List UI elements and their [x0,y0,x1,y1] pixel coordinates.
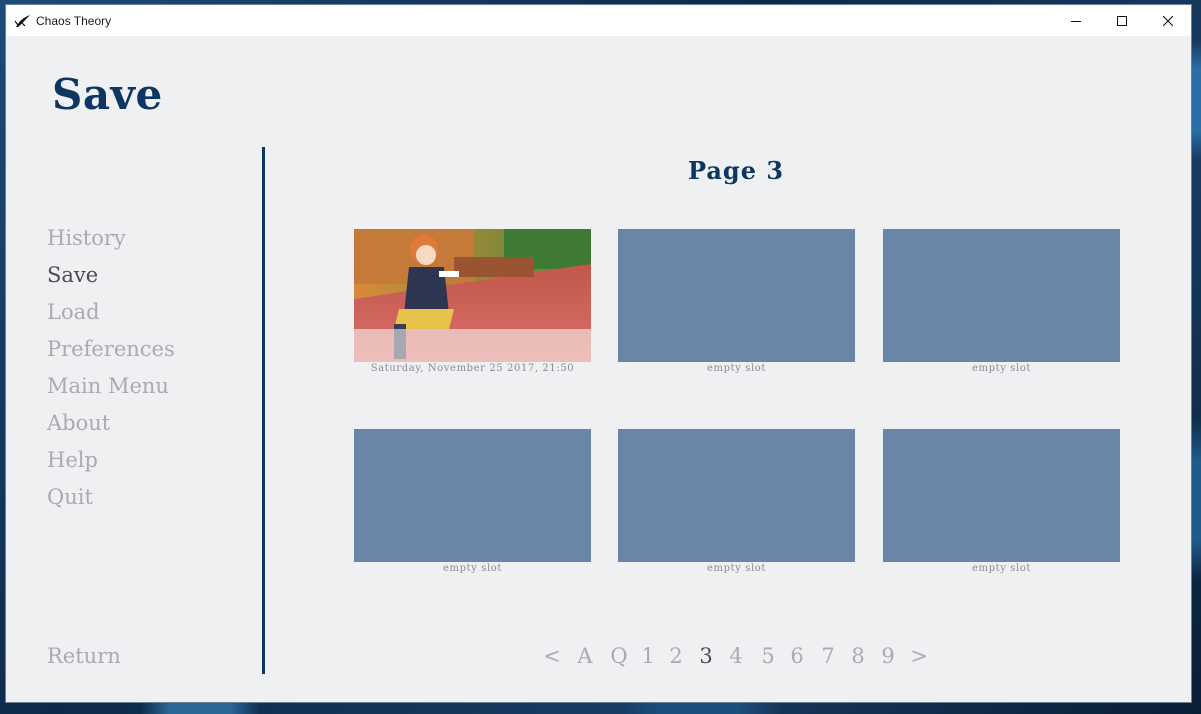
next-page-button[interactable]: > [909,644,929,668]
save-slot[interactable]: Saturday, November 25 2017, 21:50 [354,229,591,374]
auto-saves-page-button[interactable]: A [575,644,595,668]
empty-slot-thumbnail [354,429,591,562]
page-navigation: < A Q 1 2 3 4 5 6 7 8 9 > [6,644,1191,674]
save-slot[interactable]: empty slot [883,229,1120,374]
nav-item-main-menu[interactable]: Main Menu [47,371,175,408]
app-quill-icon [14,12,32,30]
navigation-menu: History Save Load Preferences Main Menu About… [47,223,175,519]
empty-slot-thumbnail [883,229,1120,362]
nav-item-preferences[interactable]: Preferences [47,334,175,371]
nav-item-help[interactable]: Help [47,445,175,482]
page-9-button[interactable]: 9 [878,644,898,668]
previous-page-button[interactable]: < [542,644,562,668]
maximize-button[interactable] [1099,5,1145,36]
save-slot-label: empty slot [706,363,767,374]
save-slot[interactable]: empty slot [618,229,855,374]
save-slot-label: empty slot [971,563,1032,574]
save-slot[interactable]: empty slot [618,429,855,574]
app-window: Chaos Theory Save History Save Load Prefere… [6,5,1191,702]
nav-item-save[interactable]: Save [47,260,175,297]
screen-title: Save [52,70,163,119]
save-slot-label: empty slot [971,363,1032,374]
window-title: Chaos Theory [36,13,112,28]
save-slot[interactable]: empty slot [883,429,1120,574]
save-slot-label: empty slot [442,563,503,574]
title-bar[interactable]: Chaos Theory [6,5,1191,36]
page-1-button[interactable]: 1 [638,644,658,668]
page-2-button[interactable]: 2 [666,644,686,668]
page-4-button[interactable]: 4 [726,644,746,668]
nav-item-about[interactable]: About [47,408,175,445]
page-3-button[interactable]: 3 [696,644,716,668]
nav-item-history[interactable]: History [47,223,175,260]
minimize-button[interactable] [1053,5,1099,36]
save-slot-label: Saturday, November 25 2017, 21:50 [370,363,575,374]
page-7-button[interactable]: 7 [818,644,838,668]
empty-slot-thumbnail [618,229,855,362]
game-menu: Save History Save Load Preferences Main Menu… [6,36,1191,702]
close-button[interactable] [1145,5,1191,36]
minimize-icon [1071,20,1081,22]
empty-slot-thumbnail [618,429,855,562]
quick-saves-page-button[interactable]: Q [609,644,629,668]
save-slot[interactable]: empty slot [354,429,591,574]
nav-item-quit[interactable]: Quit [47,482,175,519]
page-6-button[interactable]: 6 [787,644,807,668]
nav-item-load[interactable]: Load [47,297,175,334]
save-thumbnail-image [354,229,591,362]
save-thumbnail [354,229,591,362]
maximize-icon [1117,15,1127,26]
page-8-button[interactable]: 8 [848,644,868,668]
empty-slot-thumbnail [883,429,1120,562]
window-controls [1053,5,1191,36]
save-slot-label: empty slot [706,563,767,574]
close-icon [1163,15,1173,26]
page-title: Page 3 [687,156,785,185]
menu-divider [262,147,265,674]
page-5-button[interactable]: 5 [758,644,778,668]
